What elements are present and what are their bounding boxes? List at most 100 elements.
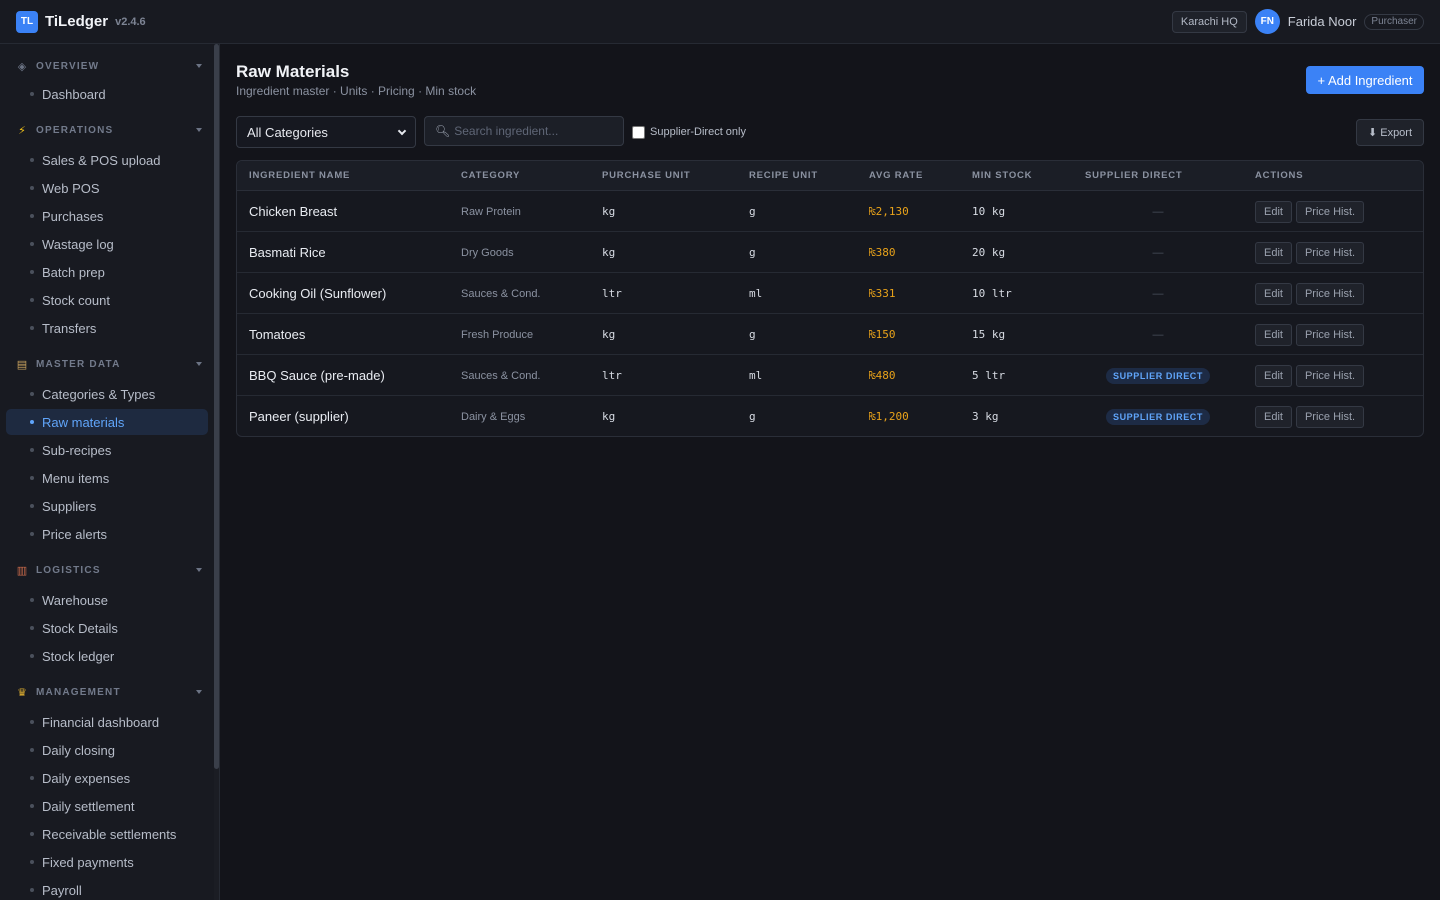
edit-button[interactable]: Edit bbox=[1255, 200, 1292, 223]
recipe-unit: g bbox=[749, 246, 756, 259]
sidebar-item-suppliers[interactable]: Suppliers bbox=[6, 493, 208, 519]
table-header: INGREDIENT NAME CATEGORY PURCHASE UNIT R… bbox=[237, 161, 1423, 191]
purchase-unit: kg bbox=[602, 205, 616, 218]
export-button[interactable]: ⬇ Export bbox=[1356, 119, 1424, 146]
sidebar-item-purchases[interactable]: Purchases bbox=[6, 203, 208, 229]
category-select[interactable]: All Categories bbox=[236, 116, 416, 148]
table-row[interactable]: Tomatoes Fresh Produce kg g ₨150 15 kg —… bbox=[237, 314, 1423, 355]
sidebar-item-menu-items[interactable]: Menu items bbox=[6, 465, 208, 491]
sidebar-item-batch-prep[interactable]: Batch prep bbox=[6, 259, 208, 285]
supplier-direct-checkbox[interactable] bbox=[632, 125, 645, 139]
column-header[interactable]: MIN STOCK bbox=[972, 161, 1032, 191]
column-header[interactable]: RECIPE UNIT bbox=[749, 161, 818, 191]
edit-button[interactable]: Edit bbox=[1255, 282, 1292, 305]
sidebar-item-label: Dashboard bbox=[42, 86, 106, 102]
raw-materials-table: INGREDIENT NAME CATEGORY PURCHASE UNIT R… bbox=[236, 160, 1424, 437]
column-header[interactable]: INGREDIENT NAME bbox=[249, 161, 350, 191]
ingredient-name: Paneer (supplier) bbox=[249, 409, 349, 424]
sidebar-item-label: Stock count bbox=[42, 292, 110, 308]
table-row[interactable]: BBQ Sauce (pre-made) Sauces & Cond. ltr … bbox=[237, 355, 1423, 396]
edit-button[interactable]: Edit bbox=[1255, 364, 1292, 387]
ingredient-name: Basmati Rice bbox=[249, 245, 326, 260]
avg-rate: ₨2,130 bbox=[869, 205, 909, 218]
ingredient-category: Raw Protein bbox=[461, 205, 521, 218]
sidebar-item-price-alerts[interactable]: Price alerts bbox=[6, 521, 208, 547]
column-header[interactable]: PURCHASE UNIT bbox=[602, 161, 691, 191]
price-history-button[interactable]: Price Hist. bbox=[1295, 364, 1365, 387]
table-row[interactable]: Paneer (supplier) Dairy & Eggs kg g ₨1,2… bbox=[237, 396, 1423, 436]
purchase-unit: ltr bbox=[602, 369, 622, 382]
branch-selector[interactable]: Karachi HQ bbox=[1171, 10, 1247, 33]
add-ingredient-button[interactable]: + Add Ingredient bbox=[1306, 66, 1424, 94]
sidebar-item-wastage-log[interactable]: Wastage log bbox=[6, 231, 208, 257]
edit-button[interactable]: Edit bbox=[1255, 323, 1292, 346]
purchase-unit: kg bbox=[602, 410, 616, 423]
sidebar-item-sales-pos-upload[interactable]: Sales & POS upload bbox=[6, 147, 208, 173]
section-overview[interactable]: ◈ OVERVIEW bbox=[14, 58, 202, 74]
price-history-button[interactable]: Price Hist. bbox=[1295, 405, 1365, 428]
supplier-direct-filter[interactable]: Supplier-Direct only bbox=[632, 124, 746, 140]
table-row[interactable]: Chicken Breast Raw Protein kg g ₨2,130 1… bbox=[237, 191, 1423, 232]
sidebar-item-label: Sales & POS upload bbox=[42, 152, 161, 168]
ingredient-category: Dry Goods bbox=[461, 246, 514, 259]
avg-rate: ₨150 bbox=[869, 328, 896, 341]
sidebar-item-raw-materials[interactable]: Raw materials bbox=[6, 409, 208, 435]
supplier-direct-empty: — bbox=[1152, 205, 1164, 218]
price-history-button[interactable]: Price Hist. bbox=[1295, 323, 1365, 346]
section-management[interactable]: ♛ MANAGEMENT bbox=[14, 684, 202, 700]
sidebar-item-dashboard[interactable]: Dashboard bbox=[6, 81, 208, 107]
edit-button[interactable]: Edit bbox=[1255, 241, 1292, 264]
ingredient-category: Sauces & Cond. bbox=[461, 287, 541, 300]
edit-button[interactable]: Edit bbox=[1255, 405, 1292, 428]
sidebar-item-web-pos[interactable]: Web POS bbox=[6, 175, 208, 201]
search-box[interactable]: 🔍︎ bbox=[424, 116, 624, 146]
section-logistics[interactable]: ▥ LOGISTICS bbox=[14, 562, 202, 578]
chevron-down-icon bbox=[196, 568, 202, 572]
table-row[interactable]: Basmati Rice Dry Goods kg g ₨380 20 kg —… bbox=[237, 232, 1423, 273]
page-subtitle: Ingredient master · Units · Pricing · Mi… bbox=[236, 84, 477, 98]
price-history-button[interactable]: Price Hist. bbox=[1295, 200, 1365, 223]
supplier-direct-empty: — bbox=[1152, 287, 1164, 300]
sidebar-item-financial-dashboard[interactable]: Financial dashboard bbox=[6, 709, 208, 735]
sidebar-item-label: Menu items bbox=[42, 470, 110, 486]
sidebar-item-categories-types[interactable]: Categories & Types bbox=[6, 381, 208, 407]
avg-rate: ₨480 bbox=[869, 369, 896, 382]
sidebar-item-sub-recipes[interactable]: Sub-recipes bbox=[6, 437, 208, 463]
price-history-button[interactable]: Price Hist. bbox=[1295, 282, 1365, 305]
sidebar-item-label: Price alerts bbox=[42, 526, 108, 542]
search-input[interactable] bbox=[454, 124, 615, 138]
app-logo[interactable]: TL bbox=[16, 10, 38, 33]
column-header[interactable]: SUPPLIER DIRECT bbox=[1085, 161, 1183, 191]
column-header[interactable]: AVG RATE bbox=[869, 161, 923, 191]
sidebar-scrollbar-thumb[interactable] bbox=[214, 44, 219, 769]
price-history-button[interactable]: Price Hist. bbox=[1295, 241, 1365, 264]
sidebar-item-daily-settlement[interactable]: Daily settlement bbox=[6, 793, 208, 819]
ingredient-name: Chicken Breast bbox=[249, 204, 338, 219]
sidebar-item-transfers[interactable]: Transfers bbox=[6, 315, 208, 341]
sidebar-item-daily-closing[interactable]: Daily closing bbox=[6, 737, 208, 763]
sidebar-item-warehouse[interactable]: Warehouse bbox=[6, 587, 208, 613]
section-operations[interactable]: ⚡ OPERATIONS bbox=[14, 122, 202, 138]
purchase-unit: kg bbox=[602, 246, 616, 259]
sidebar-item-stock-details[interactable]: Stock Details bbox=[6, 615, 208, 641]
table-row[interactable]: Cooking Oil (Sunflower) Sauces & Cond. l… bbox=[237, 273, 1423, 314]
sidebar-item-daily-expenses[interactable]: Daily expenses bbox=[6, 765, 208, 791]
chevron-down-icon bbox=[397, 126, 407, 135]
clipboard-icon: ▤ bbox=[16, 358, 28, 371]
section-label: LOGISTICS bbox=[36, 564, 101, 576]
chevron-down-icon bbox=[196, 128, 202, 132]
supplier-direct-empty: — bbox=[1152, 246, 1164, 259]
sidebar-item-receivable-settlements[interactable]: Receivable settlements bbox=[6, 821, 208, 847]
recipe-unit: g bbox=[749, 410, 756, 423]
sidebar-item-payroll[interactable]: Payroll bbox=[6, 877, 208, 900]
diamond-icon: ◈ bbox=[17, 60, 27, 73]
avg-rate: ₨331 bbox=[869, 287, 896, 300]
sidebar-item-stock-count[interactable]: Stock count bbox=[6, 287, 208, 313]
avatar[interactable]: FN bbox=[1254, 9, 1280, 34]
column-header[interactable]: CATEGORY bbox=[461, 161, 520, 191]
section-master-data[interactable]: ▤ MASTER DATA bbox=[14, 356, 202, 372]
min-stock: 10 kg bbox=[972, 205, 1006, 218]
section-label: MASTER DATA bbox=[36, 358, 121, 370]
sidebar-item-fixed-payments[interactable]: Fixed payments bbox=[6, 849, 208, 875]
sidebar-item-stock-ledger[interactable]: Stock ledger bbox=[6, 643, 208, 669]
